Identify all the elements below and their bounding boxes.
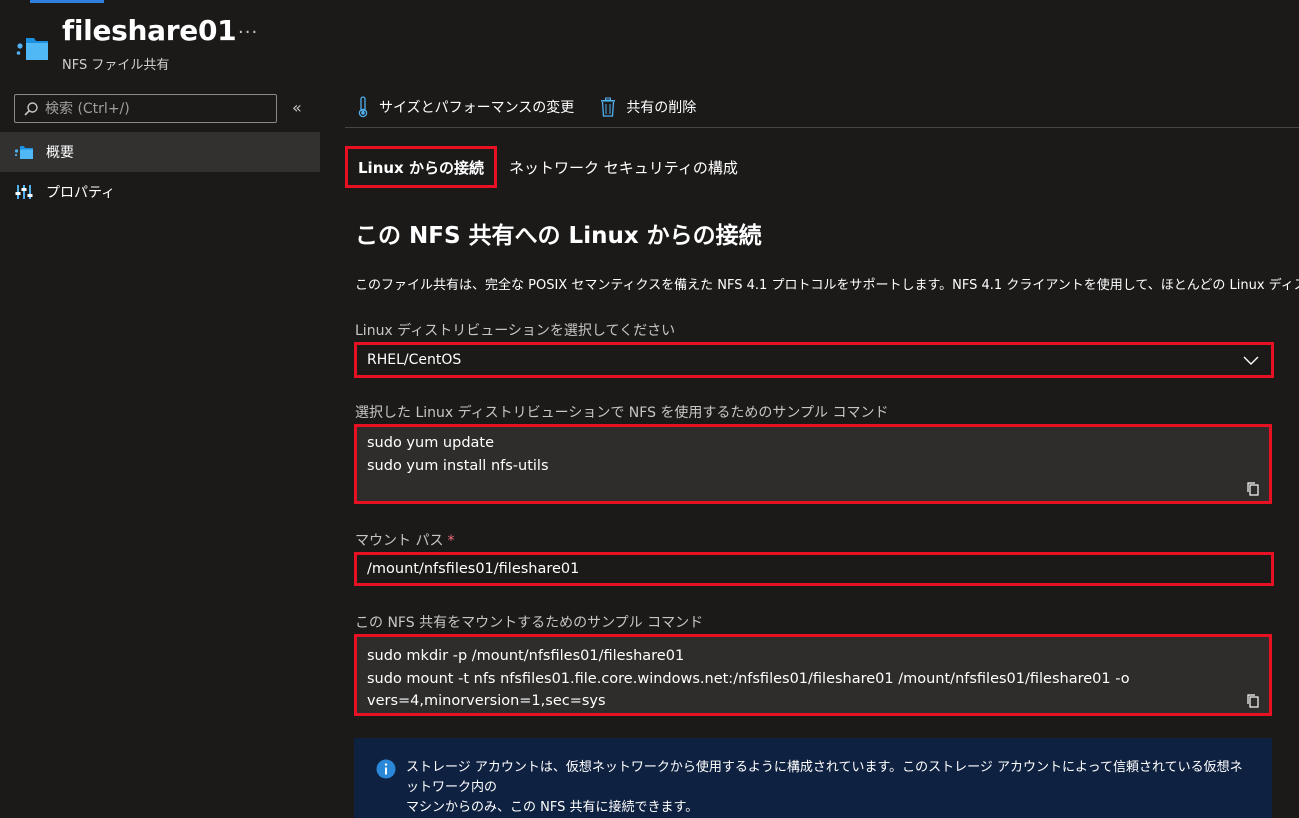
mount-command-label: この NFS 共有をマウントするためのサンプル コマンド [355,615,704,631]
thermometer-icon [358,95,368,117]
mount-command-box[interactable]: sudo mkdir -p /mount/nfsfiles01/fileshar… [354,634,1272,716]
trash-icon [601,97,616,117]
tab-network-security[interactable]: ネットワーク セキュリティの構成 [499,146,748,188]
info-text-line: ストレージ アカウントは、仮想ネットワークから使用するように構成されています。こ… [406,760,1243,795]
tab-linux-connect[interactable]: Linux からの接続 [345,146,497,188]
required-marker: * [447,533,455,549]
sidebar-item-label: 概要 [46,145,74,161]
search-box[interactable] [14,94,277,123]
sidebar-item-properties[interactable]: プロパティ [0,172,320,212]
sidebar-item-overview[interactable]: 概要 [0,132,320,172]
mount-command-line: vers=4,minorversion=1,sec=sys [367,693,606,709]
sidebar-item-label: プロパティ [46,185,116,201]
sample-command-line: sudo yum install nfs-utils [367,457,549,474]
page-header: fileshare01 ··· NFS ファイル共有 [0,0,1299,86]
mount-command-line: sudo mount -t nfs nfsfiles01.file.core.w… [367,670,1130,687]
mount-path-label: マウント パス * [355,530,454,550]
sample-command-box[interactable]: sudo yum update sudo yum install nfs-uti… [354,424,1272,504]
page-title: fileshare01 [62,14,237,47]
distro-dropdown[interactable]: RHEL/CentOS [354,342,1274,378]
fileshare-icon [14,142,34,162]
properties-icon [14,182,34,202]
main-content: サイズとパフォーマンスの変更 共有の削除 Linux からの接続 ネットワーク … [345,86,1299,818]
tab-bar: Linux からの接続 ネットワーク セキュリティの構成 [345,146,748,188]
copy-icon[interactable] [1245,693,1261,709]
sample-command-line: sudo yum update [367,435,495,451]
info-banner: ストレージ アカウントは、仮想ネットワークから使用するように構成されています。こ… [354,738,1272,818]
search-icon [24,101,38,116]
collapse-sidebar-icon[interactable]: « [292,98,302,117]
command-bar: サイズとパフォーマンスの変更 共有の削除 [345,86,1299,128]
more-options-button[interactable]: ··· [238,22,258,43]
info-icon [376,759,396,779]
delete-share-label: 共有の削除 [626,99,697,116]
resize-performance-label: サイズとパフォーマンスの変更 [379,99,575,116]
search-input[interactable] [45,100,265,117]
distro-label: Linux ディストリビューションを選択してください [355,323,676,339]
mount-path-label-text: マウント パス [355,533,444,549]
chevron-down-icon [1243,356,1259,365]
mount-path-input[interactable]: /mount/nfsfiles01/fileshare01 [354,552,1274,586]
distro-selected-value: RHEL/CentOS [367,352,462,368]
page-subtitle: NFS ファイル共有 [62,58,170,73]
fileshare-icon [16,38,48,60]
info-text: ストレージ アカウントは、仮想ネットワークから使用するように構成されています。こ… [406,758,1252,818]
delete-share-button[interactable]: 共有の削除 [600,97,696,117]
section-description: このファイル共有は、完全な POSIX セマンティクスを備えた NFS 4.1 … [355,278,1299,293]
sample-command-label: 選択した Linux ディストリビューションで NFS を使用するためのサンプル… [355,405,889,421]
mount-path-value: /mount/nfsfiles01/fileshare01 [367,561,580,577]
sidebar: « 概要 プロパティ [0,86,320,818]
copy-icon[interactable] [1245,481,1261,497]
section-title: この NFS 共有への Linux からの接続 [355,223,762,249]
info-text-line: マシンからのみ、この NFS 共有に接続できます。 [406,800,699,815]
resize-performance-button[interactable]: サイズとパフォーマンスの変更 [357,95,575,118]
mount-command-line: sudo mkdir -p /mount/nfsfiles01/fileshar… [367,648,685,664]
